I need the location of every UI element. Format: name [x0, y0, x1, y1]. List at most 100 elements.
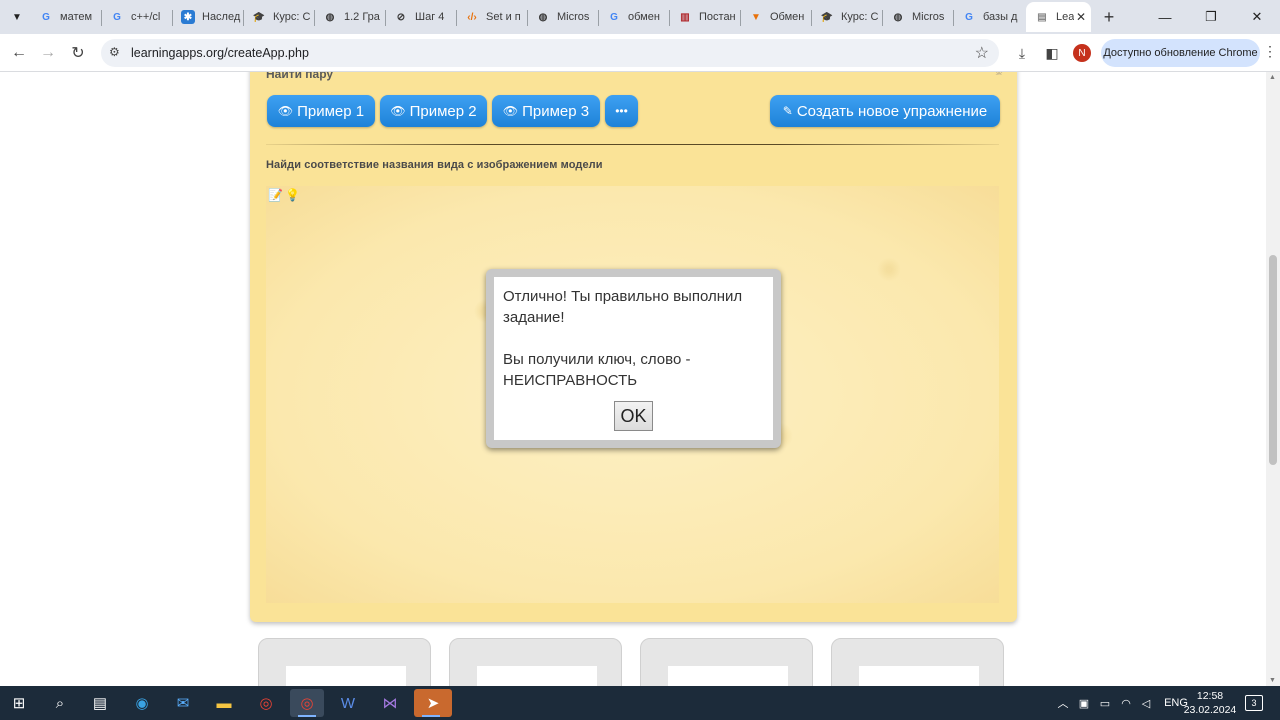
resize-arrows-icon[interactable]: ⤡⤢: [991, 72, 1007, 77]
chrome-icon[interactable]: ◎: [249, 689, 283, 717]
google-g-icon: G: [965, 11, 973, 23]
chrome-profile-icon[interactable]: ◎: [290, 689, 324, 717]
search-icon[interactable]: ⌕: [43, 689, 77, 717]
app-thumbnail: [477, 666, 597, 686]
word-icon[interactable]: W: [331, 689, 365, 717]
tab[interactable]: Gобмен: [598, 2, 669, 32]
profile-avatar[interactable]: N: [1073, 44, 1091, 62]
app-thumbnail: [668, 666, 788, 686]
tab[interactable]: ⊘ Шаг 4: [385, 2, 456, 32]
tab-label: обмен: [628, 11, 660, 23]
meet-now-icon[interactable]: ▣: [1074, 697, 1094, 710]
app-card[interactable]: [449, 638, 622, 686]
tab-label: 1.2 Гра: [344, 11, 380, 23]
back-arrow-icon[interactable]: ←: [8, 42, 30, 64]
dialog-message: Отлично! Ты правильно выполнил задание! …: [503, 286, 765, 391]
telegram-icon[interactable]: ➤: [414, 689, 452, 717]
side-panel-icon[interactable]: ◧: [1042, 43, 1062, 63]
close-window-button[interactable]: ✕: [1234, 0, 1280, 34]
app-card[interactable]: [258, 638, 431, 686]
tab[interactable]: Gматем: [30, 2, 101, 32]
url-text[interactable]: learningapps.org/createApp.php: [131, 46, 309, 60]
tab[interactable]: Gc++/cl: [101, 2, 172, 32]
tab-label: Set и п: [486, 11, 521, 23]
button-label: Пример 1: [297, 102, 365, 120]
visual-studio-icon[interactable]: ⋈: [373, 689, 407, 717]
clock[interactable]: 12:58 23.02.2024: [1180, 689, 1240, 717]
edge-icon[interactable]: ◉: [125, 689, 159, 717]
tab-search-button[interactable]: ▼: [6, 7, 28, 27]
battery-icon[interactable]: ▭: [1094, 697, 1116, 710]
tab-label: c++/cl: [131, 11, 161, 23]
example-1-button[interactable]: 👁 Пример 1: [267, 95, 375, 127]
maximize-button[interactable]: ❐: [1188, 0, 1234, 34]
windows-start-icon[interactable]: ⊞: [2, 689, 36, 717]
volume-icon[interactable]: ◁: [1136, 697, 1156, 710]
bars-icon: ▥: [680, 11, 690, 23]
dialog-body: Отлично! Ты правильно выполнил задание! …: [494, 277, 773, 440]
tab[interactable]: Gбазы д: [953, 2, 1024, 32]
download-icon[interactable]: ⤓: [1012, 43, 1032, 63]
tab[interactable]: ▥ Постан: [669, 2, 740, 32]
scroll-up-icon[interactable]: ▲: [1269, 74, 1276, 81]
tab[interactable]: ◍ 1.2 Гра: [314, 2, 385, 32]
tab-label: Обмен: [770, 11, 805, 23]
tab-strip: ▼ Gматем Gc++/cl ✱ Наслед 🎓 Курс: С ◍ 1.2 Г…: [0, 0, 1280, 34]
new-tab-button[interactable]: +: [1097, 2, 1121, 32]
ok-button[interactable]: OK: [614, 401, 653, 431]
example-2-button[interactable]: 👁 Пример 2: [380, 95, 487, 127]
example-3-button[interactable]: 👁 Пример 3: [492, 95, 600, 127]
tab[interactable]: 🎓 Курс: С: [243, 2, 314, 32]
notification-center-icon[interactable]: 3: [1245, 695, 1263, 711]
clock-time: 12:58: [1196, 690, 1224, 702]
google-g-icon: G: [42, 11, 50, 23]
system-tray: ︿ ▣ ▭ ◠ ◁ ENG: [1052, 686, 1196, 720]
menu-icon[interactable]: ⋮: [1263, 43, 1277, 60]
tab-label: Курс: С: [273, 11, 311, 23]
reload-icon[interactable]: ↻: [67, 42, 89, 64]
mail-icon[interactable]: ✉: [166, 689, 200, 717]
code-icon: ‹/›: [467, 11, 477, 23]
scroll-thumb[interactable]: [1269, 255, 1277, 465]
app-card[interactable]: [640, 638, 813, 686]
task-instruction: Найди соответствие названия вида с изобр…: [266, 159, 603, 171]
address-bar[interactable]: ⚙ learningapps.org/createApp.php ☆: [101, 39, 999, 67]
tab[interactable]: ◍ Micros: [527, 2, 598, 32]
tab[interactable]: ✱ Наслед: [172, 2, 243, 32]
tab[interactable]: ‹/› Set и п: [456, 2, 527, 32]
dialog-line-success: Отлично! Ты правильно выполнил задание!: [503, 288, 743, 326]
tray-overflow-icon[interactable]: ︿: [1052, 695, 1074, 711]
task-view-icon[interactable]: ▤: [83, 689, 117, 717]
wifi-icon[interactable]: ◠: [1116, 697, 1136, 710]
tab-label: Micros: [557, 11, 590, 23]
chrome-update-button[interactable]: Доступно обновление Chrome: [1101, 39, 1260, 67]
scroll-down-icon[interactable]: ▼: [1269, 677, 1276, 684]
tab-label: Курс: С: [841, 11, 879, 23]
tab[interactable]: ◍ Micros: [882, 2, 953, 32]
tab-label: матем: [60, 11, 93, 23]
eye-icon: 👁: [502, 104, 519, 118]
site-info-icon[interactable]: ⚙: [109, 45, 120, 59]
globe-icon: ◍: [325, 11, 335, 23]
lightbulb-icon[interactable]: 💡: [285, 188, 300, 202]
exercise-title: Найти пару: [266, 72, 334, 81]
file-explorer-icon[interactable]: ▬: [207, 689, 241, 717]
bookmark-star-icon[interactable]: ☆: [975, 43, 989, 63]
tab[interactable]: 🎓 Курс: С: [811, 2, 882, 32]
divider: [266, 144, 999, 145]
app-thumbnail: [859, 666, 979, 686]
tab[interactable]: ▼ Обмен: [740, 2, 811, 32]
forward-arrow-icon[interactable]: →: [37, 42, 59, 64]
window-controls: — ❐ ✕: [1142, 0, 1280, 34]
vertical-scrollbar[interactable]: ▲ ▼: [1266, 72, 1280, 686]
edit-check-icon[interactable]: 📝: [268, 188, 283, 202]
close-tab-icon[interactable]: ✕: [1076, 10, 1086, 24]
button-label: Создать новое упражнение: [796, 102, 988, 120]
tab-active[interactable]: ▤ Lea ✕: [1026, 2, 1091, 32]
app-card[interactable]: [831, 638, 1004, 686]
button-label: Пример 2: [409, 102, 477, 120]
tab-label: Шаг 4: [415, 11, 445, 23]
create-exercise-button[interactable]: ✎ Создать новое упражнение: [770, 95, 1000, 127]
minimize-button[interactable]: —: [1142, 0, 1188, 34]
more-options-button[interactable]: •••: [605, 95, 638, 127]
